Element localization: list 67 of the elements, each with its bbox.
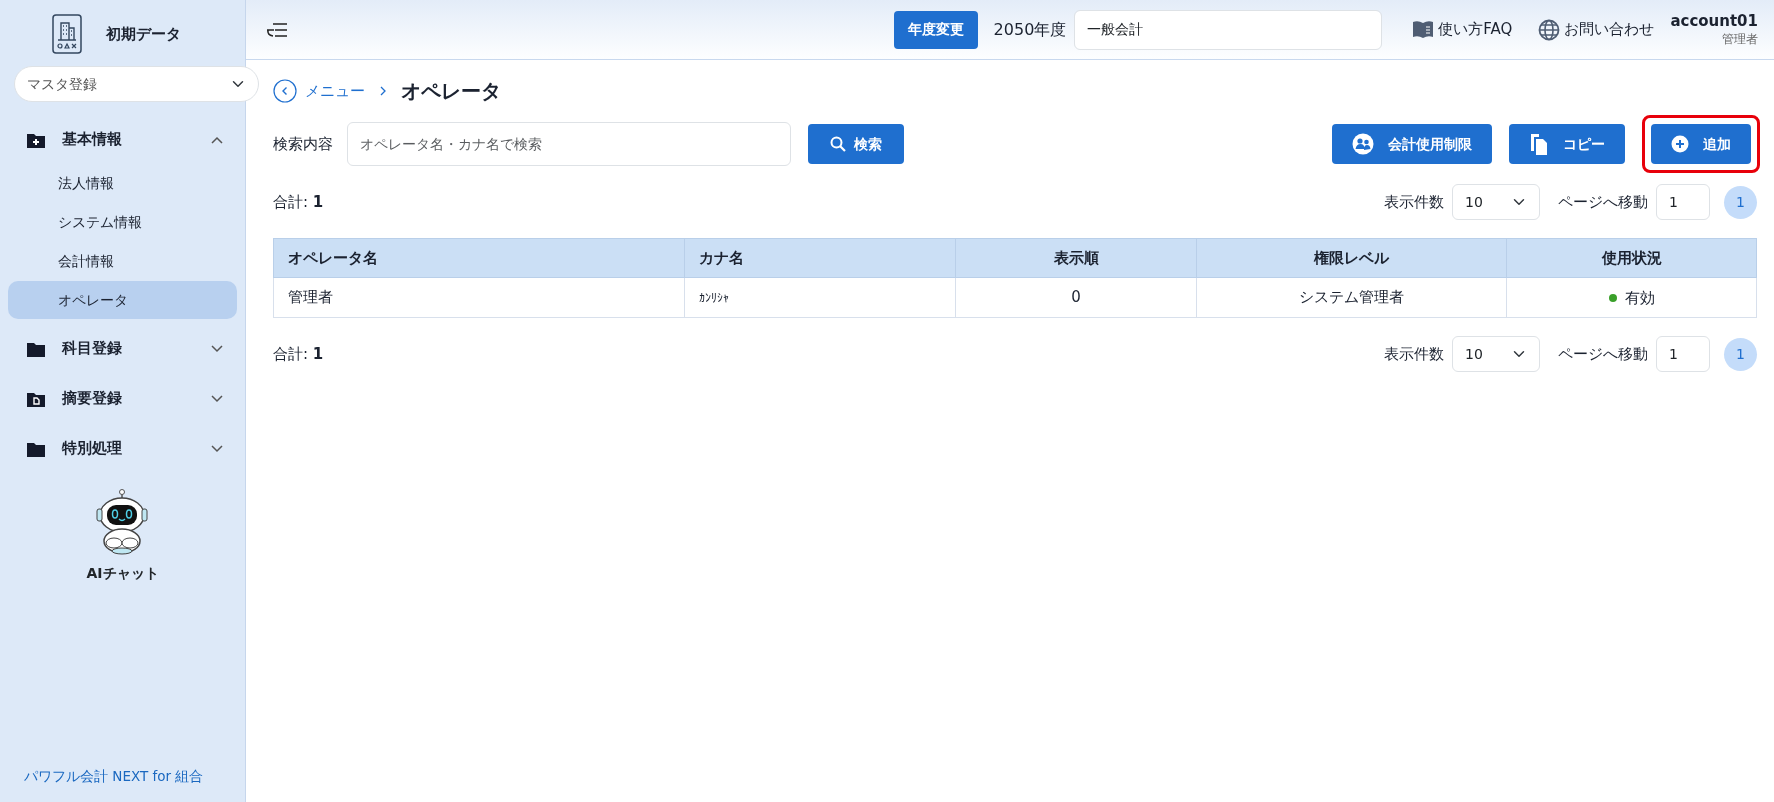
menu-group[interactable]: 科目登録 (0, 329, 245, 369)
menu-item[interactable]: システム情報 (8, 203, 237, 241)
copy-icon (1529, 132, 1549, 156)
menu-icon (266, 22, 288, 38)
book-icon (1412, 18, 1435, 41)
search-button[interactable]: 検索 (808, 124, 904, 164)
action-button[interactable]: コピー (1509, 124, 1625, 164)
table-cell: 管理者 (273, 277, 685, 318)
menu-group[interactable]: 特別処理 (0, 429, 245, 469)
chevron-down-icon (211, 445, 223, 453)
page-button[interactable]: 1 (1724, 185, 1757, 219)
building-logo-icon (52, 14, 82, 54)
menu-item[interactable]: 会計情報 (8, 242, 237, 280)
user-name: account01 (1670, 11, 1758, 30)
menu-group[interactable]: 摘要登録 (0, 379, 245, 419)
chevron-down-icon (211, 345, 223, 353)
search-field[interactable]: オペレータ名・カナ名で検索 (347, 122, 791, 166)
back-icon (273, 79, 297, 103)
folder-plus-icon (26, 131, 46, 149)
chevron-up-icon (211, 136, 223, 144)
chevron-right-icon (379, 86, 387, 96)
user-role: 管理者 (1722, 30, 1758, 48)
per-page-label: 表示件数 (1384, 343, 1444, 365)
column-header: カナ名 (684, 238, 956, 278)
year-change-button[interactable]: 年度変更 (893, 10, 978, 49)
page-button[interactable]: 1 (1724, 337, 1757, 371)
account-field[interactable]: 一般会計 (1074, 9, 1383, 50)
search-label: 検索内容 (273, 133, 333, 155)
table-cell: 0 (955, 277, 1197, 318)
column-header: オペレータ名 (273, 238, 685, 278)
page-number-field[interactable]: 1 (1656, 184, 1710, 220)
total-count: 合計: 1 (273, 343, 324, 365)
folder-document-icon (26, 390, 46, 408)
people-icon (1352, 133, 1374, 155)
header-link[interactable]: 使い方FAQ (1412, 18, 1513, 41)
plus-circle-icon (1671, 135, 1689, 153)
menu-item[interactable]: 法人情報 (8, 164, 237, 202)
fiscal-year: 2050年度 (993, 18, 1067, 41)
folder-icon (26, 340, 46, 358)
column-header: 表示順 (955, 238, 1197, 278)
search-icon (830, 136, 846, 152)
page-title: オペレータ (401, 78, 501, 105)
menu-group[interactable]: 基本情報 (0, 120, 245, 160)
go-to-page-label: ページへ移動 (1558, 343, 1648, 365)
per-page-select[interactable]: 10 (1452, 184, 1540, 220)
per-page-label: 表示件数 (1384, 191, 1444, 213)
folder-icon (26, 440, 46, 458)
status-text: 有効 (1624, 287, 1655, 309)
table-cell: システム管理者 (1196, 277, 1507, 318)
app-title: 初期データ (106, 23, 181, 45)
page-number-field[interactable]: 1 (1656, 336, 1710, 372)
action-button[interactable]: 追加 (1651, 124, 1751, 164)
action-button[interactable]: 会計使用制限 (1332, 124, 1492, 164)
back-link[interactable]: メニュー (273, 79, 365, 103)
ai-chat-button[interactable]: AIチャット (86, 489, 159, 584)
product-name: パワフル会計 NEXT for 組合 (23, 766, 205, 786)
column-header: 権限レベル (1196, 238, 1507, 278)
globe-icon (1538, 18, 1561, 41)
table-cell: ｶﾝﾘｼｬ (684, 277, 956, 318)
menu-select[interactable]: マスタ登録 (14, 66, 259, 102)
total-count: 合計: 1 (273, 191, 324, 213)
header-link[interactable]: お問い合わせ (1538, 18, 1655, 41)
go-to-page-label: ページへ移動 (1558, 191, 1648, 213)
per-page-select[interactable]: 10 (1452, 336, 1540, 372)
column-header: 使用状況 (1506, 238, 1757, 278)
chevron-down-icon (211, 395, 223, 403)
menu-item[interactable]: オペレータ (8, 281, 237, 319)
